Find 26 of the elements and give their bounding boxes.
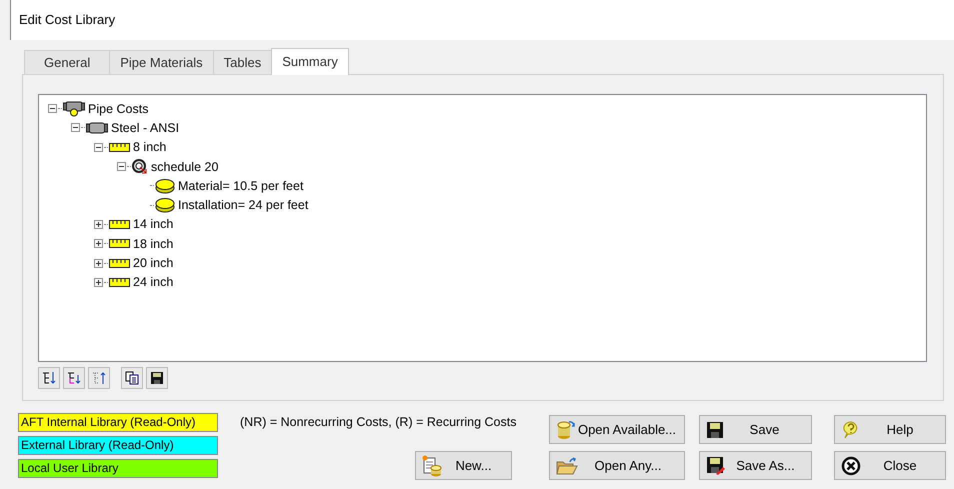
dialog-button[interactable]: Save As... [699,451,812,480]
tree-item[interactable]: 20 inch [133,256,174,270]
dialog-button[interactable]: Open Available... [549,415,685,444]
tree-item[interactable]: Material= 10.5 per feet [178,178,304,193]
tree-item[interactable]: Steel - ANSI [111,120,180,135]
tree-item[interactable]: schedule 20 [151,160,218,174]
dialog-button[interactable]: Help [834,415,946,444]
legend-item: Local User Library [18,459,218,478]
tree-item[interactable]: Pipe Costs [88,102,148,116]
tree-item[interactable]: 14 inch [133,217,174,232]
dialog-button[interactable]: New... [415,451,512,480]
legend-item: AFT Internal Library (Read-Only) [18,413,218,432]
tree-item[interactable]: 24 inch [133,275,174,290]
tree-item[interactable]: 8 inch [133,140,166,154]
tab[interactable]: Tables [212,50,272,74]
legend-item: External Library (Read-Only) [18,436,218,455]
tree-item[interactable]: Installation= 24 per feet [178,198,308,212]
window-title: Edit Cost Library [10,0,954,40]
dialog-button[interactable]: Save [699,415,812,444]
tree-item[interactable]: 18 inch [133,236,174,251]
tab[interactable]: Summary [271,48,349,75]
tab[interactable]: General [24,50,110,74]
tab[interactable]: Pipe Materials [109,50,214,74]
dialog-button[interactable]: Close [834,451,946,480]
dialog-button[interactable]: Open Any... [549,451,685,480]
note-text: (NR) = Nonrecurring Costs, (R) = Recurring Costs [240,415,516,429]
